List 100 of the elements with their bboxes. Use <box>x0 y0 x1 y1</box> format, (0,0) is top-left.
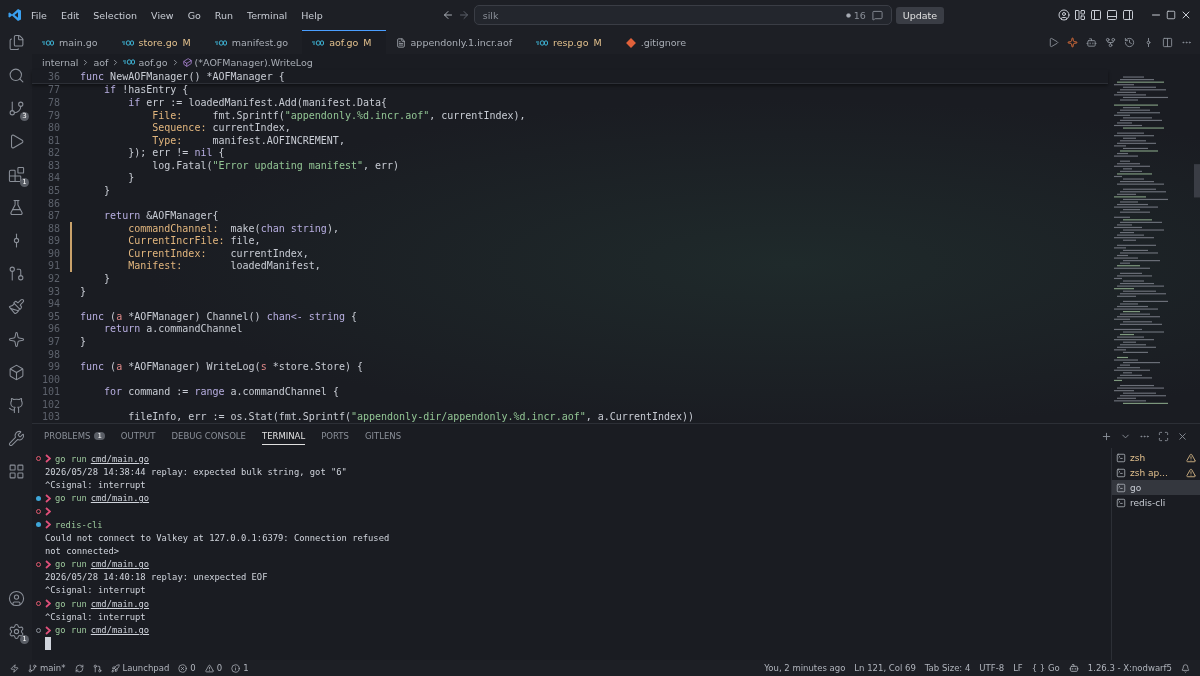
line-number: 101 <box>40 386 60 398</box>
panel-tab[interactable]: PORTS <box>321 427 349 445</box>
terminal-output: ^Csignal: interrupt <box>44 479 146 490</box>
panel-tab[interactable]: DEBUG CONSOLE <box>171 427 246 445</box>
status-item[interactable]: 1.26.3 - X:nodwarf5 <box>1087 663 1172 673</box>
menu-item[interactable]: Selection <box>88 7 143 23</box>
copilot-icon[interactable] <box>1068 663 1079 673</box>
maximize-panel-icon[interactable] <box>1158 430 1169 442</box>
close-icon[interactable] <box>1177 430 1188 442</box>
sparkle-icon[interactable] <box>1067 36 1078 48</box>
chat-icon[interactable] <box>871 9 883 21</box>
history-icon[interactable] <box>1124 36 1135 48</box>
line-number: 87 <box>46 210 60 222</box>
menu-item[interactable]: Terminal <box>242 7 293 23</box>
command-text: go run <box>55 598 87 609</box>
terminal-item[interactable]: redis-cli <box>1112 495 1200 510</box>
line-number: 85 <box>46 185 60 196</box>
run-icon[interactable] <box>1048 36 1059 48</box>
status-item[interactable]: You, 2 minutes ago <box>764 663 846 673</box>
command-text: go run <box>55 453 87 464</box>
breadcrumb-item[interactable]: aof <box>93 56 109 68</box>
status-item[interactable]: Tab Size: 4 <box>924 663 971 673</box>
line-number: 36 <box>46 70 60 82</box>
terminal-item[interactable]: go <box>1112 480 1200 495</box>
line-number: 80 <box>46 122 60 134</box>
status-item[interactable]: LF <box>1013 663 1023 673</box>
panel-tab[interactable]: GITLENS <box>364 427 402 445</box>
split-editor-icon[interactable] <box>1162 36 1173 48</box>
terminal-icon <box>1116 467 1126 478</box>
terminal-icon <box>1116 482 1126 493</box>
maximize-icon[interactable] <box>1166 10 1176 20</box>
terminal-item[interactable]: zsh ap... <box>1112 465 1200 480</box>
warning-icon <box>204 663 214 673</box>
terminal-output: not connected> <box>44 545 120 556</box>
grid-icon[interactable] <box>6 461 26 481</box>
path-link[interactable]: cmd/main.go <box>90 625 150 636</box>
app-logo-icon <box>8 8 22 22</box>
path-link[interactable]: cmd/main.go <box>90 493 150 504</box>
brush-icon[interactable] <box>6 296 26 316</box>
count-badge[interactable]: 16 <box>845 9 866 21</box>
warnings-status[interactable]: 0 <box>204 663 223 673</box>
new-terminal-icon[interactable] <box>1101 430 1112 442</box>
account-icon[interactable] <box>6 588 26 608</box>
update-button[interactable]: Update <box>895 6 945 24</box>
back-arrow-icon[interactable] <box>441 9 454 21</box>
terminal-item[interactable]: zsh <box>1112 450 1200 465</box>
commit-icon[interactable] <box>1143 36 1154 48</box>
breadcrumb-item[interactable]: (*AOFManager).WriteLog <box>194 56 313 68</box>
sidebar-toggle-icon[interactable] <box>1090 9 1102 21</box>
code-text: Manifest: loadedManifest, <box>127 260 321 272</box>
account-icon[interactable] <box>1058 9 1070 21</box>
line-number: 92 <box>46 273 60 285</box>
layout-icon[interactable] <box>1074 9 1086 21</box>
search-field[interactable]: silk 16 <box>473 5 892 25</box>
code-text: fileInfo, err := os.Stat(fmt.Sprintf("appendonly-dir/appendonly.%d.incr.aof", a.CurrentIndex)) <box>127 411 695 423</box>
bell-icon[interactable] <box>1181 663 1190 673</box>
terminal-output: ^Csignal: interrupt <box>44 611 146 622</box>
info-status[interactable]: 1 <box>231 663 249 673</box>
go-file-icon <box>42 39 54 46</box>
code-text: Type: manifest.AOFINCREMENT, <box>151 134 345 146</box>
status-item[interactable]: Ln 121, Col 69 <box>854 663 916 673</box>
sync-icon[interactable] <box>74 663 84 673</box>
close-icon[interactable] <box>1180 9 1192 21</box>
menu-item[interactable]: Help <box>296 7 328 23</box>
command-text: go run <box>55 625 87 636</box>
branch-status[interactable]: main* <box>28 663 66 673</box>
panel-tab[interactable]: OUTPUT <box>120 427 156 445</box>
branch-icon <box>28 663 37 673</box>
breadcrumb-item[interactable]: aof.go <box>138 56 168 68</box>
explorer-icon[interactable] <box>6 32 26 52</box>
menu-item[interactable]: Edit <box>55 7 85 23</box>
line-number: 90 <box>46 247 60 259</box>
box-icon[interactable] <box>6 362 26 382</box>
path-link[interactable]: cmd/main.go <box>90 453 150 464</box>
errors-status[interactable]: 0 <box>178 663 196 673</box>
code-text: } <box>80 285 87 297</box>
panel-tab[interactable]: TERMINAL <box>261 427 306 445</box>
github-icon[interactable] <box>6 395 26 415</box>
command-text: go run <box>55 493 87 504</box>
menu-item[interactable]: Run <box>209 7 239 23</box>
line-number: 96 <box>46 323 60 335</box>
prompt-chevron-icon <box>45 559 51 569</box>
menu-item[interactable]: File <box>26 7 52 23</box>
code-text: if err := loadedManifest.Add(manifest.Data{ <box>127 96 388 108</box>
path-link[interactable]: cmd/main.go <box>90 598 150 609</box>
launchpad-status[interactable]: Launchpad <box>110 663 170 673</box>
rocket-icon <box>110 663 120 673</box>
status-item[interactable]: { } Go <box>1031 663 1060 673</box>
menu-item[interactable]: Go <box>182 7 206 23</box>
breadcrumb-item[interactable]: internal <box>42 56 79 68</box>
panel-toggle-icon[interactable] <box>1106 9 1118 21</box>
bot-icon[interactable] <box>1086 36 1097 48</box>
wrench-icon[interactable] <box>6 428 26 448</box>
menu-item[interactable]: View <box>146 7 179 23</box>
secondary-sidebar-icon[interactable] <box>1122 9 1134 21</box>
status-item[interactable]: UTF-8 <box>979 663 1005 673</box>
code-text: func (a *AOFManager) Channel() chan<- string { <box>80 310 357 322</box>
path-link[interactable]: cmd/main.go <box>90 559 150 570</box>
sparkle-icon[interactable] <box>6 329 26 349</box>
line-number: 83 <box>46 159 60 171</box>
